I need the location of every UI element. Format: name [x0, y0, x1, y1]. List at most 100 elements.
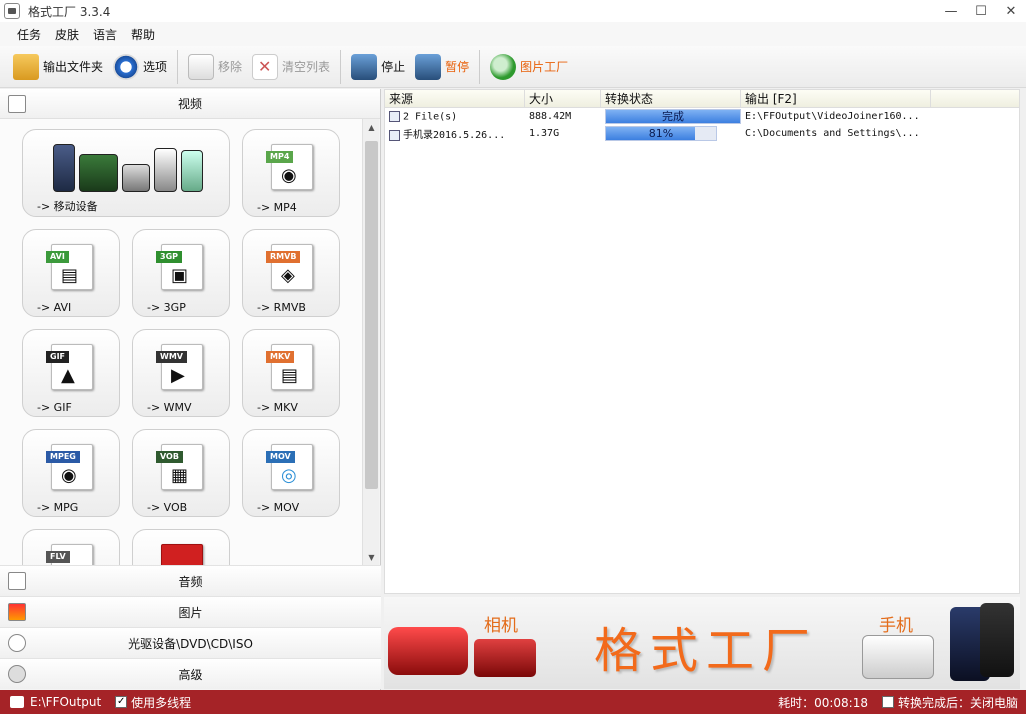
tile-wmv[interactable]: WMV ▶ -> WMV — [132, 329, 230, 417]
category-picture-label: 图片 — [178, 605, 203, 620]
tile-label: -> RMVB — [257, 301, 306, 314]
tile-label: -> VOB — [147, 501, 188, 514]
banner-camera-label: 相机 — [484, 616, 518, 636]
category-rom-device-label: 光驱设备\DVD\CD\ISO — [128, 636, 253, 651]
tile-mp4[interactable]: MP4 ◉ -> MP4 — [242, 129, 340, 217]
camera-icon — [474, 639, 536, 677]
tile-mpg[interactable]: MPEG ◉ -> MPG — [22, 429, 120, 517]
minimize-button[interactable]: — — [936, 0, 966, 22]
scroll-thumb[interactable] — [365, 141, 378, 489]
folder-icon — [13, 53, 39, 80]
column-status[interactable]: 转换状态 — [601, 90, 741, 107]
row-size: 1.37G — [529, 128, 560, 139]
tile-flv[interactable]: FLV — [22, 529, 120, 565]
category-advanced[interactable]: 高级 — [0, 658, 381, 689]
progress-bar: 完成 — [605, 109, 741, 124]
close-button[interactable]: ✕ — [996, 0, 1026, 22]
toolbar-separator — [479, 49, 481, 84]
column-size[interactable]: 大小 — [525, 90, 601, 107]
tile-label: -> MP4 — [257, 201, 297, 214]
format-grid: -> 移动设备 MP4 ◉ -> MP4 AVI ▤ -> AVI 3GP ▣ … — [0, 119, 362, 565]
gif-file-icon: GIF ▲ — [46, 344, 93, 390]
tile-label: -> MKV — [257, 401, 298, 414]
tile-label: -> 移动设备 — [37, 200, 98, 213]
menu-help[interactable]: 帮助 — [124, 26, 162, 43]
picture-factory-button[interactable]: 图片工厂 — [485, 50, 573, 84]
3gp-file-icon: 3GP ▣ — [156, 244, 203, 290]
column-source[interactable]: 来源 — [385, 90, 525, 107]
tile-mov[interactable]: MOV ◎ -> MOV — [242, 429, 340, 517]
tile-label: -> GIF — [37, 401, 72, 414]
options-button[interactable]: 选项 — [108, 50, 172, 84]
format-grid-scrollbar[interactable]: ▲ ▼ — [362, 119, 379, 565]
category-video[interactable]: 视频 — [0, 89, 380, 119]
row-output: E:\FFOutput\VideoJoiner160... — [745, 111, 920, 122]
stop-icon — [351, 53, 378, 80]
tile-label: -> WMV — [147, 401, 192, 414]
camcorder-icon — [388, 627, 468, 675]
tile-vob[interactable]: VOB ▦ -> VOB — [132, 429, 230, 517]
pause-label: 暂停 — [445, 60, 470, 74]
output-folder-button[interactable]: 输出文件夹 — [8, 50, 108, 84]
tile-label: -> 3GP — [147, 301, 186, 314]
row-source: 手机录2016.5.26... — [385, 126, 525, 141]
video-file-icon — [389, 129, 400, 141]
table-row[interactable]: 手机录2016.5.26... 1.37G 81% C:\Documents a… — [385, 125, 1019, 142]
format-panel: 视频 -> 移动设备 MP4 ◉ -> MP4 AVI ▤ -> AVI 3GP… — [0, 89, 381, 690]
remove-label: 移除 — [218, 60, 243, 74]
rmvb-file-icon: RMVB ◈ — [266, 244, 313, 290]
tile-mobile[interactable]: -> 移动设备 — [22, 129, 230, 217]
elapsed-time: 耗时：00:08:18 — [778, 695, 868, 710]
stop-button[interactable]: 停止 — [346, 50, 410, 84]
category-audio-label: 音频 — [178, 574, 203, 589]
mov-file-icon: MOV ◎ — [266, 444, 313, 490]
stop-label: 停止 — [381, 60, 406, 74]
flv-file-icon: FLV — [46, 544, 93, 565]
tile-3gp[interactable]: 3GP ▣ -> 3GP — [132, 229, 230, 317]
mobile-devices-icon — [53, 140, 204, 192]
options-icon — [113, 53, 140, 80]
category-audio[interactable]: 音频 — [0, 565, 381, 596]
row-status: 完成 — [601, 109, 741, 124]
clear-list-label: 清空列表 — [282, 60, 331, 74]
tile-swf[interactable] — [132, 529, 230, 565]
menu-task[interactable]: 任务 — [10, 26, 48, 43]
category-picture[interactable]: 图片 — [0, 596, 381, 627]
pause-button[interactable]: 暂停 — [410, 50, 474, 84]
advanced-icon — [8, 665, 26, 683]
output-path[interactable]: E:\FFOutput — [30, 695, 101, 709]
multithread-checkbox[interactable]: ✓ — [115, 696, 128, 708]
scroll-up-arrow-icon[interactable]: ▲ — [363, 119, 380, 135]
task-list-header: 来源 大小 转换状态 输出 [F2] — [385, 90, 1019, 108]
tile-gif[interactable]: GIF ▲ -> GIF — [22, 329, 120, 417]
progress-bar: 81% — [605, 126, 717, 141]
phone-icon — [862, 635, 934, 679]
shutdown-checkbox[interactable] — [881, 696, 894, 708]
clear-list-button[interactable]: 清空列表 — [247, 50, 335, 84]
video-icon — [8, 95, 26, 113]
toolbar: 输出文件夹 选项 移除 清空列表 停止 暂停 图片工厂 — [0, 46, 1026, 88]
scroll-down-arrow-icon[interactable]: ▼ — [363, 549, 380, 565]
remove-button[interactable]: 移除 — [183, 50, 247, 84]
tile-rmvb[interactable]: RMVB ◈ -> RMVB — [242, 229, 340, 317]
maximize-button[interactable]: ☐ — [966, 0, 996, 22]
after-done-label: 转换完成后：关闭电脑 — [897, 695, 1018, 710]
banner-phone-label: 手机 — [879, 616, 913, 636]
remove-icon — [188, 53, 215, 80]
output-folder-icon[interactable] — [10, 696, 24, 708]
menu-bar: 任务 皮肤 语言 帮助 — [0, 22, 1026, 46]
avi-file-icon: AVI ▤ — [46, 244, 93, 290]
row-output: C:\Documents and Settings\... — [745, 128, 920, 139]
table-row[interactable]: 2 File(s) 888.42M 完成 E:\FFOutput\VideoJo… — [385, 108, 1019, 125]
column-output[interactable]: 输出 [F2] — [741, 90, 931, 107]
tile-avi[interactable]: AVI ▤ -> AVI — [22, 229, 120, 317]
menu-language[interactable]: 语言 — [86, 26, 124, 43]
category-rom-device[interactable]: 光驱设备\DVD\CD\ISO — [0, 627, 381, 658]
mkv-file-icon: MKV ▤ — [266, 344, 313, 390]
disc-icon — [8, 634, 26, 652]
banner-title: 格式工厂 — [594, 623, 819, 679]
tile-mkv[interactable]: MKV ▤ -> MKV — [242, 329, 340, 417]
menu-skin[interactable]: 皮肤 — [48, 26, 86, 43]
picture-factory-label: 图片工厂 — [520, 60, 569, 74]
vob-file-icon: VOB ▦ — [156, 444, 203, 490]
